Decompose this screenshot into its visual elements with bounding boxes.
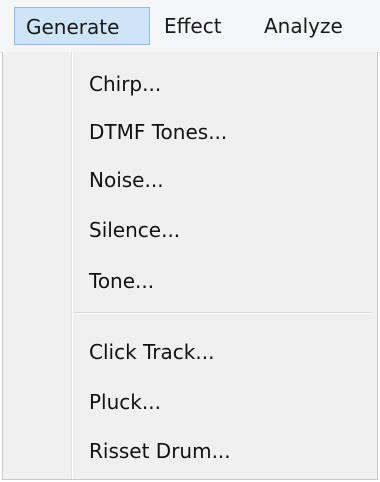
menu-item-pluck[interactable]: Pluck... [89, 384, 161, 420]
menu-item-noise[interactable]: Noise... [89, 162, 164, 198]
menu-item-dtmf-tones[interactable]: DTMF Tones... [89, 114, 227, 150]
menu-separator-highlight [75, 313, 371, 314]
menu-item-tone[interactable]: Tone... [89, 263, 154, 299]
menu-item-silence[interactable]: Silence... [89, 212, 180, 248]
menu-item-chirp[interactable]: Chirp... [89, 66, 161, 102]
menu-bar: Generate Effect Analyze [0, 0, 380, 53]
menu-analyze[interactable]: Analyze [264, 7, 343, 45]
generate-dropdown-menu: Chirp... DTMF Tones... Noise... Silence.… [2, 52, 378, 480]
menu-item-click-track[interactable]: Click Track... [89, 334, 214, 370]
icon-gutter-divider-highlight [72, 52, 73, 479]
menu-item-risset-drum[interactable]: Risset Drum... [89, 433, 231, 469]
app-window: Generate Effect Analyze Chirp... DTMF To… [0, 0, 380, 482]
menu-effect[interactable]: Effect [164, 7, 222, 45]
menu-generate[interactable]: Generate [14, 7, 150, 45]
